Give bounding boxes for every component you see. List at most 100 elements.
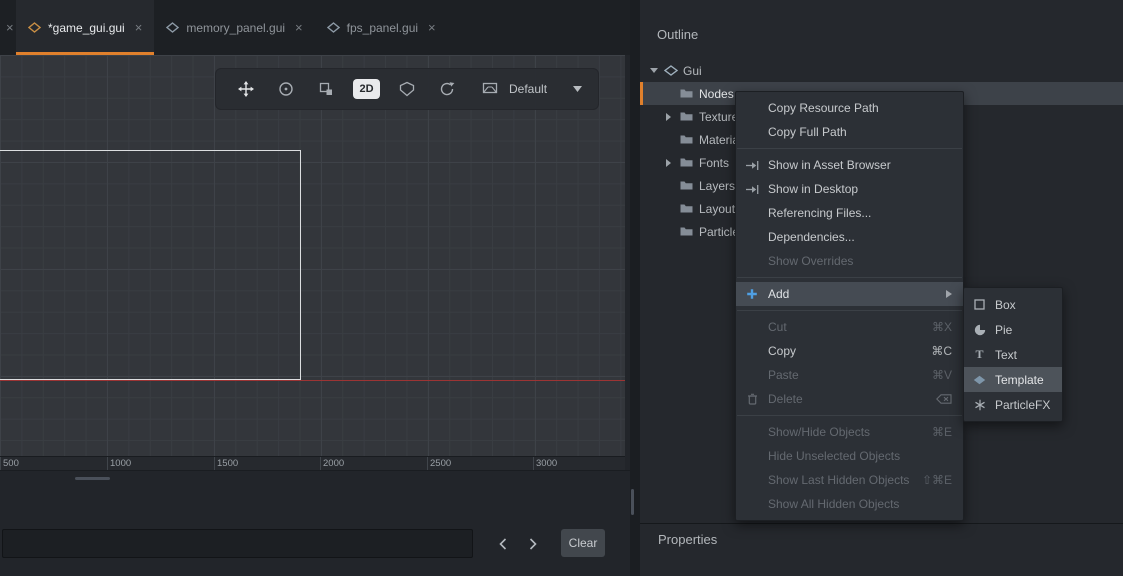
- horizontal-scrollbar-thumb[interactable]: [75, 477, 110, 480]
- submenu-item-label: Box: [995, 298, 1016, 312]
- submenu-item-label: Text: [995, 348, 1017, 362]
- scale-tool-button[interactable]: [306, 68, 346, 110]
- menu-item-copy-full-path[interactable]: Copy Full Path: [736, 120, 963, 144]
- visibility-filter-icon[interactable]: [387, 68, 427, 110]
- folder-icon: [680, 226, 699, 237]
- caret-down-icon[interactable]: [650, 68, 664, 73]
- tab-game-gui[interactable]: *game_gui.gui ×: [16, 0, 154, 55]
- ruler-label: 1500: [217, 458, 238, 469]
- x-axis-line: [0, 380, 625, 381]
- folder-icon: [680, 203, 699, 214]
- menu-item-show-overrides: Show Overrides: [736, 249, 963, 273]
- menu-shortcut: ⇧⌘E: [922, 473, 952, 487]
- close-icon[interactable]: ×: [135, 21, 143, 34]
- tree-item-label: Layers: [699, 179, 735, 193]
- submenu-arrow-icon: [946, 290, 952, 298]
- ruler-label: 3000: [536, 458, 557, 469]
- caret-right-icon[interactable]: [666, 113, 680, 121]
- caret-right-icon[interactable]: [666, 159, 680, 167]
- pie-icon: [972, 324, 987, 336]
- menu-item-label: Show Overrides: [768, 254, 853, 268]
- camera-preset-label: Default: [509, 82, 547, 96]
- clear-button[interactable]: Clear: [561, 529, 605, 557]
- tab-fps-panel[interactable]: fps_panel.gui ×: [315, 0, 448, 55]
- move-tool-button[interactable]: [226, 68, 266, 110]
- ruler-tick: [320, 457, 321, 470]
- gui-file-icon: [28, 22, 41, 33]
- editor-window: × *game_gui.gui × memory_panel.gui ×: [0, 0, 1123, 576]
- close-icon[interactable]: ×: [295, 21, 303, 34]
- submenu-item-label: Pie: [995, 323, 1012, 337]
- horizontal-ruler: 500 1000 1500 2000 2500 3000: [0, 456, 625, 470]
- console-search-input[interactable]: [2, 529, 473, 558]
- gui-node-icon: [664, 65, 683, 76]
- folder-icon: [680, 157, 699, 168]
- menu-item-label: Show All Hidden Objects: [768, 497, 899, 511]
- close-icon[interactable]: ×: [428, 21, 436, 34]
- menu-separator: [737, 310, 962, 311]
- menu-item-copy-resource-path[interactable]: Copy Resource Path: [736, 96, 963, 120]
- splitter-handle[interactable]: [631, 489, 634, 515]
- folder-icon: [680, 88, 699, 99]
- camera-preset-select[interactable]: Default: [481, 81, 588, 97]
- menu-item-label: Cut: [768, 320, 787, 334]
- folder-icon: [680, 134, 699, 145]
- perspective-icon: [481, 81, 499, 97]
- menu-item-show-in-desktop[interactable]: Show in Desktop: [736, 177, 963, 201]
- backspace-key-icon: [936, 394, 952, 404]
- prev-page-button[interactable]: [489, 530, 517, 557]
- open-in-browser-icon: [736, 160, 768, 171]
- tab-label: memory_panel.gui: [186, 21, 285, 35]
- next-page-button[interactable]: [519, 530, 547, 557]
- menu-item-copy[interactable]: Copy ⌘C: [736, 339, 963, 363]
- box-icon: [972, 299, 987, 310]
- menu-item-referencing-files[interactable]: Referencing Files...: [736, 201, 963, 225]
- tab-bar: × *game_gui.gui × memory_panel.gui ×: [0, 0, 630, 55]
- menu-item-label: Show in Desktop: [768, 182, 858, 196]
- close-icon[interactable]: ×: [6, 21, 14, 34]
- ruler-tick: [0, 457, 1, 470]
- outline-row-gui[interactable]: Gui: [640, 59, 1123, 82]
- ruler-label: 2000: [323, 458, 344, 469]
- submenu-item-template[interactable]: Template: [964, 367, 1062, 392]
- menu-separator: [737, 277, 962, 278]
- context-menu: Copy Resource Path Copy Full Path Show i…: [735, 91, 964, 521]
- menu-item-show-last-hidden-objects: Show Last Hidden Objects ⇧⌘E: [736, 468, 963, 492]
- ruler-tick: [427, 457, 428, 470]
- template-icon: [972, 375, 987, 385]
- submenu-item-pie[interactable]: Pie: [964, 317, 1062, 342]
- menu-item-label: Delete: [768, 392, 803, 406]
- reset-camera-icon[interactable]: [427, 68, 467, 110]
- menu-item-cut: Cut ⌘X: [736, 315, 963, 339]
- menu-item-label: Show Last Hidden Objects: [768, 473, 909, 487]
- tab-memory-panel[interactable]: memory_panel.gui ×: [154, 0, 314, 55]
- chevron-right-icon: [529, 538, 537, 550]
- outline-title: Outline: [657, 27, 698, 42]
- trash-icon: [736, 393, 768, 405]
- submenu-item-particlefx[interactable]: ParticleFX: [964, 392, 1062, 417]
- particlefx-icon: [972, 399, 987, 411]
- scene-viewport[interactable]: 2D Default: [0, 55, 625, 456]
- folder-icon: [680, 180, 699, 191]
- tab-label: *game_gui.gui: [48, 21, 125, 35]
- submenu-item-text[interactable]: T Text: [964, 342, 1062, 367]
- tree-item-label: Nodes: [699, 87, 734, 101]
- panel-divider: [640, 523, 1123, 524]
- menu-item-label: Copy Resource Path: [768, 101, 879, 115]
- rotate-tool-button[interactable]: [266, 68, 306, 110]
- tab-label: fps_panel.gui: [347, 21, 418, 35]
- tab-partial[interactable]: ×: [0, 0, 16, 55]
- menu-item-paste: Paste ⌘V: [736, 363, 963, 387]
- menu-item-label: Add: [768, 287, 789, 301]
- menu-shortcut: ⌘E: [932, 425, 952, 439]
- menu-item-show-in-asset-browser[interactable]: Show in Asset Browser: [736, 153, 963, 177]
- menu-item-dependencies[interactable]: Dependencies...: [736, 225, 963, 249]
- menu-item-label: Hide Unselected Objects: [768, 449, 900, 463]
- ruler-tick: [107, 457, 108, 470]
- menu-item-label: Copy: [768, 344, 796, 358]
- menu-item-add[interactable]: Add: [736, 282, 963, 306]
- submenu-item-box[interactable]: Box: [964, 292, 1062, 317]
- 2d-mode-toggle[interactable]: 2D: [353, 79, 380, 99]
- submenu-item-label: Template: [995, 373, 1044, 387]
- menu-item-label: Paste: [768, 368, 799, 382]
